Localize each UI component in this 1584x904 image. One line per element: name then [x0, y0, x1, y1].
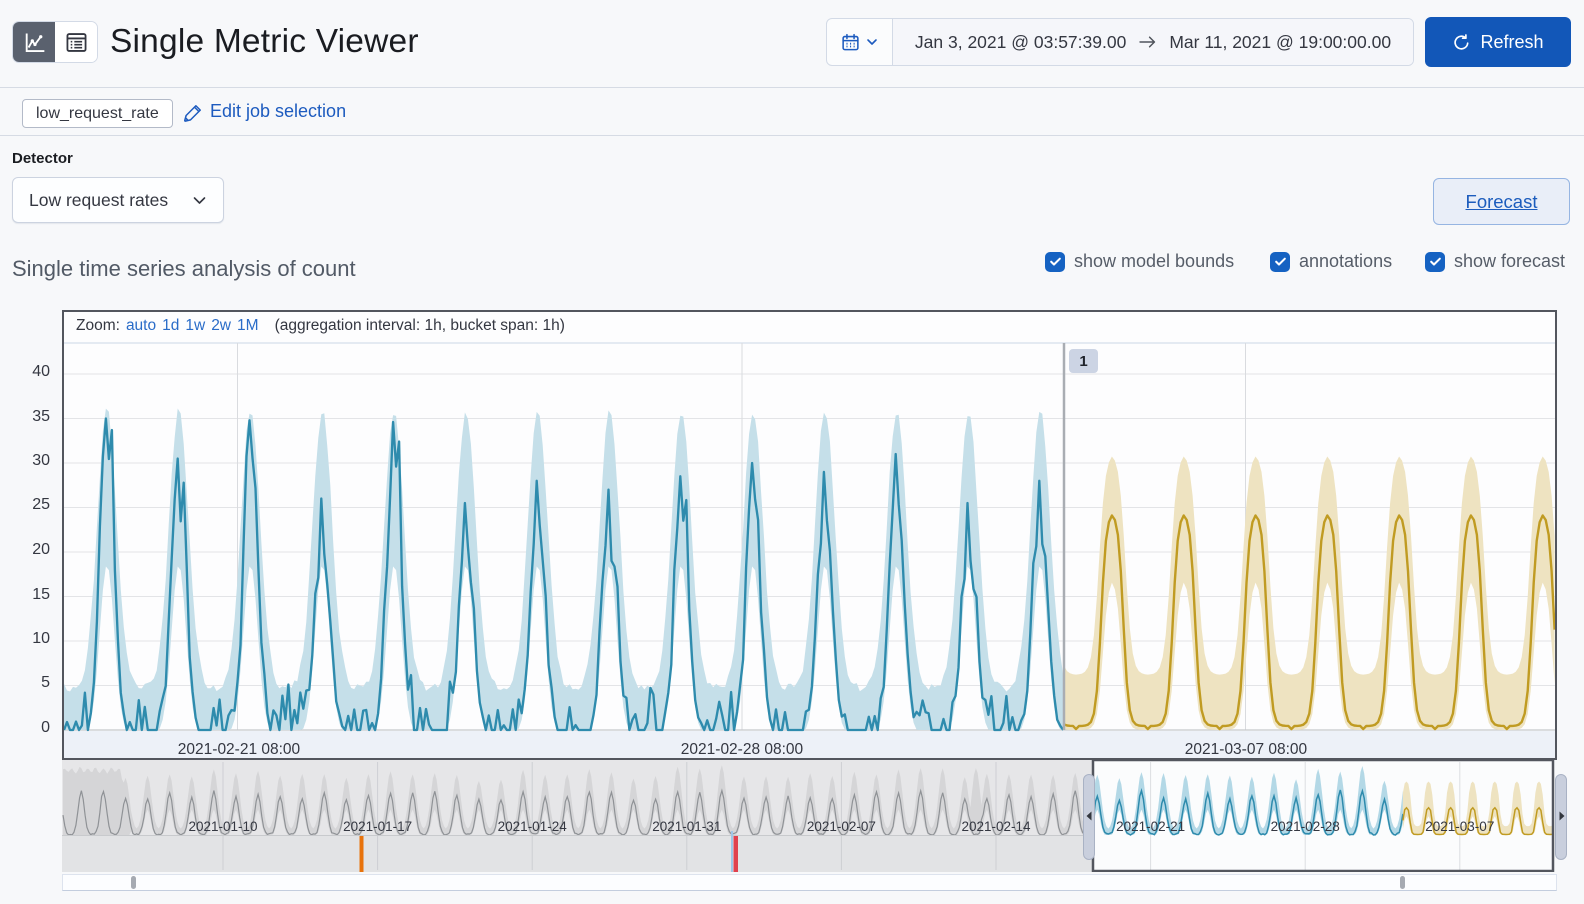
svg-text:2021-01-24: 2021-01-24: [498, 819, 568, 834]
svg-text:2021-03-07: 2021-03-07: [1425, 819, 1494, 834]
svg-text:2021-02-21 08:00: 2021-02-21 08:00: [178, 741, 301, 758]
svg-text:2021-02-28: 2021-02-28: [1271, 819, 1340, 834]
svg-text:2021-01-17: 2021-01-17: [343, 819, 412, 834]
svg-text:2021-02-14: 2021-02-14: [961, 819, 1031, 834]
svg-text:2021-02-21: 2021-02-21: [1116, 819, 1185, 834]
svg-text:2021-02-28 08:00: 2021-02-28 08:00: [681, 741, 804, 758]
svg-text:2021-03-07 08:00: 2021-03-07 08:00: [1185, 741, 1308, 758]
svg-text:2021-01-31: 2021-01-31: [652, 819, 721, 834]
svg-text:2021-01-10: 2021-01-10: [188, 819, 257, 834]
svg-text:2021-02-07: 2021-02-07: [807, 819, 876, 834]
